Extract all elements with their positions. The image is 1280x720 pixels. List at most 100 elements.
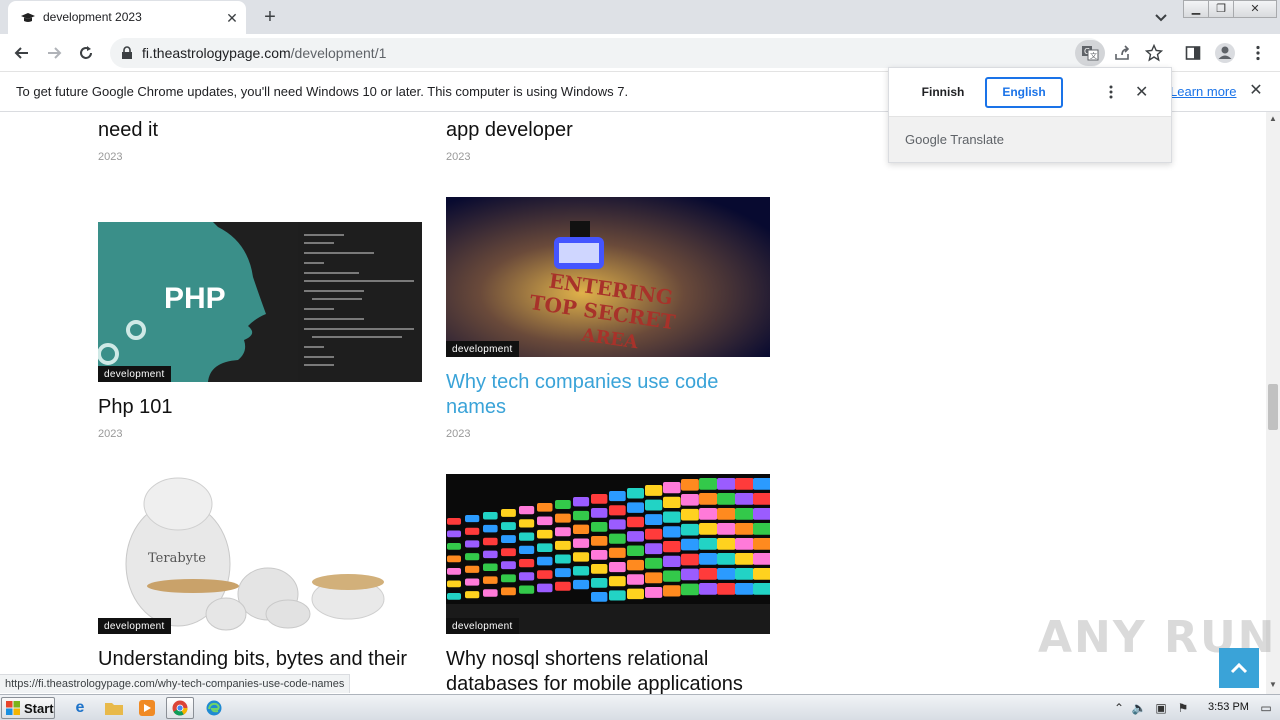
app-tile: [591, 522, 608, 532]
category-badge[interactable]: development: [98, 366, 171, 382]
taskbar-chrome[interactable]: [166, 697, 194, 719]
app-tile: [627, 574, 644, 585]
post-date: 2023: [446, 428, 471, 440]
share-icon[interactable]: [1113, 44, 1131, 62]
app-tile: [573, 579, 590, 590]
post-title-link[interactable]: Why tech companies use code names: [446, 370, 776, 420]
volume-icon[interactable]: 🔈: [1131, 700, 1147, 716]
forward-button[interactable]: [43, 42, 65, 64]
app-tile: [735, 523, 754, 535]
category-badge[interactable]: development: [446, 618, 519, 634]
app-tile: [519, 532, 535, 541]
post-thumbnail-bytes[interactable]: Terabyte development: [98, 474, 422, 634]
app-tile: [681, 538, 699, 551]
post-title[interactable]: Php 101: [98, 395, 428, 420]
target-language-tab[interactable]: English: [985, 77, 1063, 108]
app-tile: [735, 493, 754, 505]
back-to-top-button[interactable]: [1219, 648, 1259, 688]
translate-close-icon[interactable]: ✕: [1135, 82, 1148, 102]
category-badge[interactable]: development: [446, 341, 519, 357]
app-tile: [717, 553, 736, 565]
tab-title: development 2023: [43, 10, 142, 24]
back-button[interactable]: [11, 42, 33, 64]
app-tile: [573, 524, 590, 534]
app-tile: [681, 479, 699, 491]
app-tile: [753, 508, 770, 520]
app-tile: [483, 576, 498, 584]
app-tile: [609, 491, 626, 502]
scroll-down-icon[interactable]: ▼: [1266, 678, 1280, 692]
windows-logo-icon: [6, 701, 20, 715]
app-tile: [483, 589, 498, 597]
address-bar[interactable]: fi.theastrologypage.com/development/1 G文: [110, 38, 1163, 68]
scroll-up-icon[interactable]: ▲: [1266, 112, 1280, 126]
app-tile: [465, 527, 480, 535]
post-thumbnail-top-secret[interactable]: ENTERING TOP SECRET AREA development: [446, 197, 770, 357]
post-title[interactable]: app developer: [446, 118, 776, 143]
chevron-down-icon[interactable]: [1152, 8, 1170, 26]
app-tile: [663, 496, 681, 508]
app-tile: [537, 583, 553, 593]
taskbar-explorer[interactable]: [100, 697, 128, 719]
taskbar-ie[interactable]: e: [66, 697, 94, 719]
app-tile: [591, 550, 608, 560]
app-tile: [465, 578, 480, 586]
url-host: fi.theastrologypage.com: [142, 45, 291, 61]
app-tile: [591, 564, 608, 574]
app-tile: [537, 516, 553, 526]
app-tile: [609, 505, 626, 516]
app-tile: [537, 543, 553, 552]
app-tile: [663, 585, 681, 597]
restore-button[interactable]: ❐: [1208, 0, 1234, 18]
app-tile: [519, 506, 535, 515]
page-scrollbar[interactable]: ▲ ▼: [1266, 112, 1280, 694]
app-tile: [735, 583, 754, 595]
forward-arrow-icon: [48, 47, 62, 59]
tab-strip: development 2023 ✕ + ▁ ❐ ✕: [0, 0, 1280, 34]
post-title[interactable]: Why nosql shortens relational databases …: [446, 647, 776, 694]
learn-more-link[interactable]: Learn more: [1170, 84, 1236, 99]
app-tile: [735, 538, 754, 550]
show-desktop-icon[interactable]: ▭: [1258, 700, 1274, 716]
app-tile: [591, 508, 608, 518]
infobar-close-icon[interactable]: ✕: [1248, 83, 1264, 99]
post-title[interactable]: need it: [98, 118, 428, 143]
app-tile: [501, 574, 516, 583]
close-window-button[interactable]: ✕: [1233, 0, 1277, 18]
new-tab-plus-icon[interactable]: +: [260, 7, 280, 27]
app-tile: [645, 485, 663, 496]
app-tile: [447, 593, 461, 600]
star-icon[interactable]: [1145, 44, 1163, 62]
side-panel-button[interactable]: [1182, 42, 1204, 64]
scrollbar-thumb[interactable]: [1268, 384, 1278, 430]
app-tile: [645, 557, 663, 569]
app-tile: [681, 493, 699, 506]
app-tile: [447, 580, 461, 588]
post-thumbnail-php[interactable]: PHP development: [98, 222, 422, 382]
start-button[interactable]: Start: [1, 697, 55, 719]
network-icon[interactable]: ▣: [1153, 700, 1169, 716]
app-tile: [501, 587, 516, 596]
translate-button[interactable]: G文: [1075, 40, 1105, 66]
taskbar-edge[interactable]: [200, 697, 228, 719]
app-tile: [591, 578, 608, 588]
post-thumbnail-nosql[interactable]: development: [446, 474, 770, 634]
minimize-button[interactable]: ▁: [1183, 0, 1209, 18]
tray-expand-icon[interactable]: ⌃: [1111, 700, 1127, 716]
translate-options-icon[interactable]: [1108, 85, 1114, 99]
tab-close-icon[interactable]: ✕: [224, 10, 240, 26]
category-badge[interactable]: development: [98, 618, 171, 634]
taskbar-clock[interactable]: 3:53 PM: [1208, 701, 1249, 713]
media-player-icon: [139, 700, 155, 716]
status-url-bubble: https://fi.theastrologypage.com/why-tech…: [0, 674, 351, 693]
chrome-menu-button[interactable]: [1247, 42, 1269, 64]
post-title[interactable]: Understanding bits, bytes and their: [98, 647, 438, 672]
reload-button[interactable]: [75, 42, 97, 64]
action-center-flag-icon[interactable]: ⚑: [1175, 700, 1191, 716]
app-tile: [483, 512, 498, 520]
taskbar-media[interactable]: [133, 697, 161, 719]
source-language-tab[interactable]: Finnish: [903, 77, 983, 108]
profile-button[interactable]: [1214, 42, 1236, 64]
app-tile: [555, 568, 571, 578]
tab-development[interactable]: development 2023 ✕: [8, 1, 246, 34]
